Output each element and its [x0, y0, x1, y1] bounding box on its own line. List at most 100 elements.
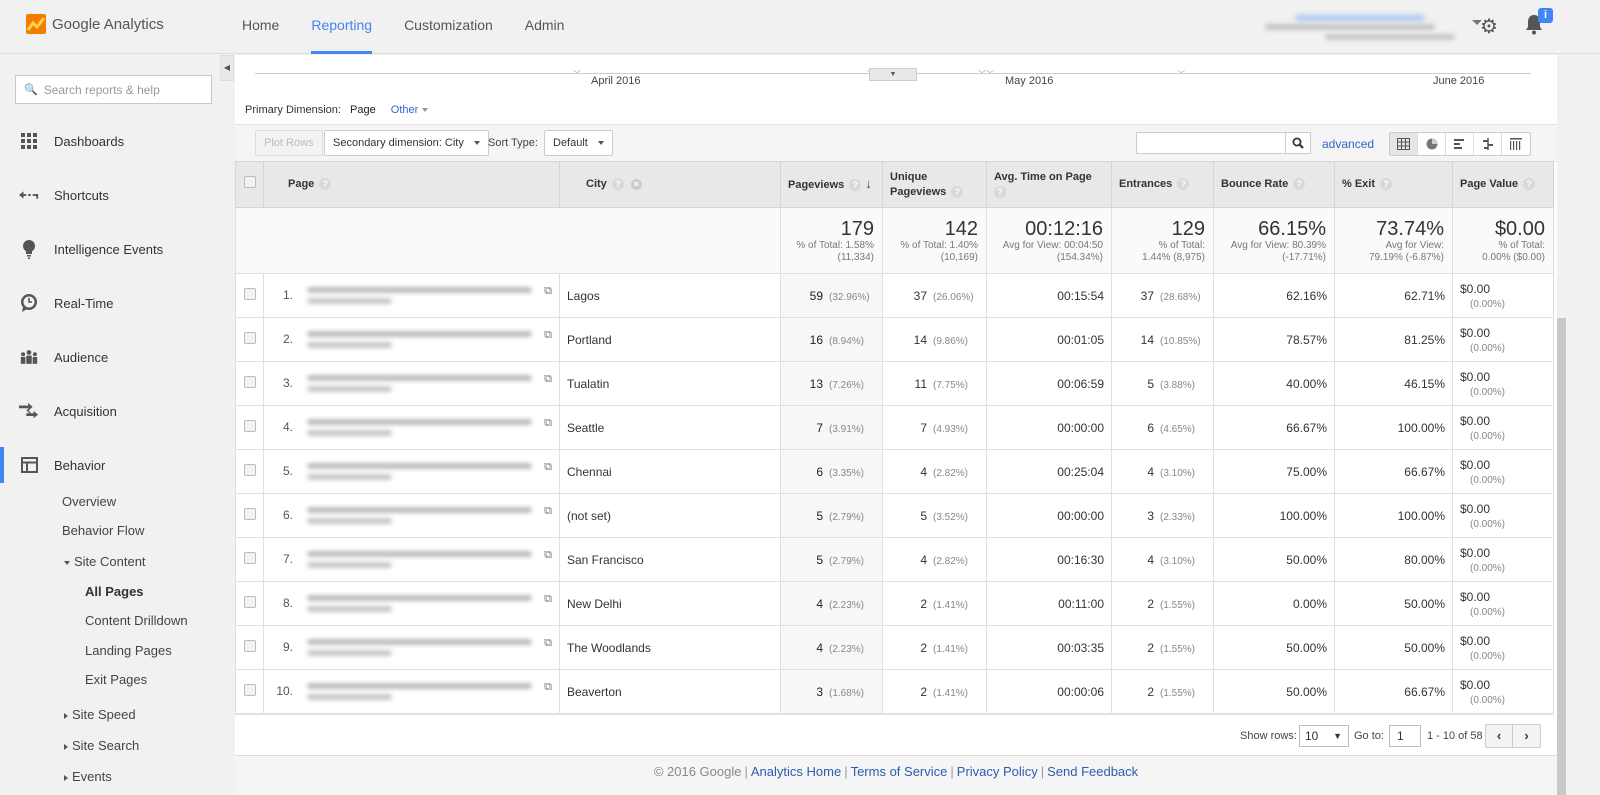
page-path-blurred[interactable] — [307, 503, 537, 529]
city-cell[interactable]: Chennai — [559, 449, 781, 494]
city-name[interactable]: Lagos — [567, 289, 600, 303]
open-external-link-icon[interactable]: ⧉ — [544, 593, 552, 606]
sort-descending-arrow-icon[interactable]: ↓ — [865, 176, 872, 191]
row-checkbox[interactable] — [243, 596, 256, 608]
prev-page-button[interactable]: ‹ — [1486, 725, 1513, 747]
advanced-filter-link[interactable]: advanced — [1322, 137, 1374, 151]
open-external-link-icon[interactable]: ⧉ — [544, 681, 552, 694]
row-checkbox[interactable] — [243, 464, 256, 476]
city-name[interactable]: Tualatin — [567, 377, 609, 391]
city-cell[interactable]: Tualatin — [559, 361, 781, 406]
open-external-link-icon[interactable]: ⧉ — [544, 285, 552, 298]
help-icon[interactable]: ? — [1523, 178, 1536, 191]
page-cell[interactable]: 7. ⧉ — [263, 537, 560, 582]
open-external-link-icon[interactable]: ⧉ — [544, 505, 552, 518]
nav-reporting[interactable]: Reporting — [295, 0, 388, 54]
city-name[interactable]: Beaverton — [567, 685, 622, 699]
open-external-link-icon[interactable]: ⧉ — [544, 417, 552, 430]
city-name[interactable]: (not set) — [567, 509, 611, 523]
sidebar-item-real-time[interactable]: Real-Time — [0, 283, 220, 323]
city-cell[interactable]: Beaverton — [559, 669, 781, 714]
nav-customization[interactable]: Customization — [388, 0, 509, 54]
city-cell[interactable]: Portland — [559, 317, 781, 362]
google-analytics-logo[interactable]: Google Analytics — [26, 14, 164, 34]
sidebar-sub-exit-pages[interactable]: Exit Pages — [85, 672, 147, 687]
help-icon[interactable]: ? — [611, 178, 624, 191]
sidebar-sub-site-search[interactable]: Site Search — [64, 738, 139, 753]
sidebar-item-dashboards[interactable]: Dashboards — [0, 121, 220, 161]
page-path-blurred[interactable] — [307, 327, 537, 353]
header-unique-pageviews[interactable]: Unique Pageviews? — [882, 161, 987, 208]
row-checkbox[interactable] — [243, 552, 256, 564]
view-comparison-button[interactable] — [1474, 133, 1502, 155]
sidebar-sub-site-content[interactable]: Site Content — [64, 554, 146, 569]
city-name[interactable]: The Woodlands — [567, 641, 651, 655]
sidebar-item-acquisition[interactable]: Acquisition — [0, 391, 220, 431]
city-cell[interactable]: New Delhi — [559, 581, 781, 626]
primary-dimension-page[interactable]: Page — [350, 104, 376, 116]
header-page[interactable]: Page? — [263, 161, 560, 208]
footer-link-feedback[interactable]: Send Feedback — [1047, 764, 1138, 779]
city-cell[interactable]: (not set) — [559, 493, 781, 538]
sidebar-sub-events[interactable]: Events — [64, 769, 112, 784]
search-reports-input[interactable] — [43, 82, 204, 97]
help-icon[interactable]: ? — [994, 185, 1006, 198]
open-external-link-icon[interactable]: ⧉ — [544, 329, 552, 342]
page-path-blurred[interactable] — [307, 635, 537, 661]
city-name[interactable]: Chennai — [567, 465, 612, 479]
secondary-dimension-dropdown[interactable]: Secondary dimension: City — [324, 130, 489, 156]
help-icon[interactable]: ? — [319, 178, 332, 191]
header-city[interactable]: City? × — [559, 161, 781, 208]
header-exit[interactable]: % Exit? — [1334, 161, 1453, 208]
help-icon[interactable]: ? — [951, 185, 964, 198]
header-avg-time-on-page[interactable]: Avg. Time on Page? — [986, 161, 1112, 208]
select-all-checkbox[interactable] — [243, 176, 256, 188]
primary-dimension-other[interactable]: Other — [391, 104, 429, 116]
row-checkbox[interactable] — [243, 640, 256, 652]
header-page-value[interactable]: Page Value? — [1452, 161, 1554, 208]
city-cell[interactable]: The Woodlands — [559, 625, 781, 670]
city-cell[interactable]: Lagos — [559, 273, 781, 318]
city-name[interactable]: Portland — [567, 333, 612, 347]
header-bounce-rate[interactable]: Bounce Rate? — [1213, 161, 1335, 208]
next-page-button[interactable]: › — [1513, 725, 1540, 747]
page-path-blurred[interactable] — [307, 591, 537, 617]
sort-type-dropdown[interactable]: Default — [544, 130, 613, 156]
page-cell[interactable]: 1. ⧉ — [263, 273, 560, 318]
sidebar-sub-all-pages[interactable]: All Pages — [85, 584, 144, 599]
annotation-marker-icon[interactable]: ﹀ — [573, 69, 581, 80]
sidebar-sub-behavior-flow[interactable]: Behavior Flow — [62, 523, 144, 538]
collapse-sidebar-button[interactable]: ◀ — [220, 55, 234, 81]
page-cell[interactable]: 5. ⧉ — [263, 449, 560, 494]
page-cell[interactable]: 2. ⧉ — [263, 317, 560, 362]
view-pivot-button[interactable] — [1502, 133, 1530, 155]
annotation-marker-icon[interactable]: ﹀ — [1177, 69, 1185, 80]
page-cell[interactable]: 3. ⧉ — [263, 361, 560, 406]
footer-link-privacy[interactable]: Privacy Policy — [957, 764, 1038, 779]
table-filter-input[interactable] — [1136, 132, 1286, 154]
annotation-marker-icon[interactable]: ﹀﹀ — [978, 69, 994, 80]
footer-link-analytics-home[interactable]: Analytics Home — [751, 764, 841, 779]
sidebar-sub-site-speed[interactable]: Site Speed — [64, 707, 136, 722]
page-path-blurred[interactable] — [307, 459, 537, 485]
nav-home[interactable]: Home — [226, 0, 295, 54]
page-cell[interactable]: 8. ⧉ — [263, 581, 560, 626]
nav-admin[interactable]: Admin — [509, 0, 581, 54]
city-cell[interactable]: San Francisco — [559, 537, 781, 582]
sidebar-sub-overview[interactable]: Overview — [62, 494, 116, 509]
row-checkbox[interactable] — [243, 420, 256, 432]
gear-icon[interactable]: ⚙ — [1480, 14, 1498, 39]
notification-badge[interactable]: i — [1538, 8, 1553, 23]
sidebar-item-shortcuts[interactable]: Shortcuts — [0, 175, 220, 215]
goto-page-input[interactable] — [1389, 725, 1421, 747]
view-pie-button[interactable] — [1418, 133, 1446, 155]
help-icon[interactable]: ? — [1380, 178, 1393, 191]
sidebar-item-audience[interactable]: Audience — [0, 337, 220, 377]
page-cell[interactable]: 6. ⧉ — [263, 493, 560, 538]
timeline-toggle-button[interactable]: ▼ — [869, 68, 917, 81]
page-path-blurred[interactable] — [307, 679, 537, 705]
page-path-blurred[interactable] — [307, 547, 537, 573]
open-external-link-icon[interactable]: ⧉ — [544, 373, 552, 386]
sidebar-item-behavior[interactable]: Behavior — [0, 445, 220, 485]
city-name[interactable]: San Francisco — [567, 553, 644, 567]
